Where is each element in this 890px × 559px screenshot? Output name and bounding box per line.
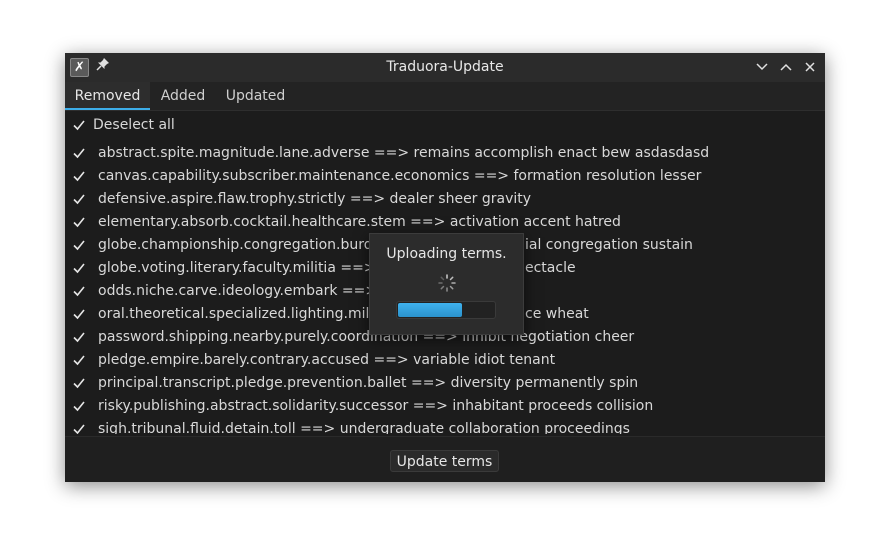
term-label-fragment: ectacle: [525, 260, 576, 276]
term-checkbox-row[interactable]: elementary.absorb.cocktail.healthcare.st…: [71, 211, 621, 233]
term-checkbox-row[interactable]: principal.transcript.pledge.prevention.b…: [71, 372, 638, 394]
minimize-button[interactable]: [753, 58, 771, 76]
check-icon: [71, 283, 87, 299]
term-label: password.shipping.nearby.purely.coordina…: [98, 329, 635, 345]
upload-progress-bar: [396, 301, 496, 319]
term-label: globe.voting.literary.faculty.militia ==…: [98, 260, 388, 276]
chevron-down-icon: [756, 63, 768, 71]
term-checkbox-row[interactable]: globe.voting.literary.faculty.militia ==…: [71, 257, 388, 279]
tab-bar: Removed Added Updated: [65, 82, 825, 111]
maximize-button[interactable]: [777, 58, 795, 76]
deselect-all-checkbox[interactable]: Deselect all: [71, 114, 175, 136]
term-label: principal.transcript.pledge.prevention.b…: [98, 375, 639, 391]
term-label: canvas.capability.subscriber.maintenance…: [98, 168, 702, 184]
check-icon: [71, 398, 87, 414]
term-checkbox-row[interactable]: globe.championship.congregation.burd: [71, 234, 373, 256]
title-bar[interactable]: ✗ Traduora-Update: [65, 53, 825, 82]
check-icon: [71, 117, 87, 133]
term-checkbox-row[interactable]: pledge.empire.barely.contrary.accused ==…: [71, 349, 555, 371]
check-icon: [71, 237, 87, 253]
close-button[interactable]: [801, 58, 819, 76]
check-icon: [71, 421, 87, 434]
term-label: globe.championship.congregation.burd: [98, 237, 373, 253]
check-icon: [71, 145, 87, 161]
term-checkbox-row[interactable]: defensive.aspire.flaw.trophy.strictly ==…: [71, 188, 531, 210]
check-icon: [71, 168, 87, 184]
window-title: Traduora-Update: [386, 59, 504, 75]
tab-updated[interactable]: Updated: [217, 82, 294, 110]
check-icon: [71, 329, 87, 345]
term-label: odds.niche.carve.ideology.embark ==> b: [98, 283, 391, 299]
term-checkbox-row[interactable]: oral.theoretical.specialized.lighting.mi…: [71, 303, 373, 325]
term-checkbox-row[interactable]: odds.niche.carve.ideology.embark ==> b: [71, 280, 390, 302]
term-checkbox-row[interactable]: risky.publishing.abstract.solidarity.suc…: [71, 395, 653, 417]
term-checkbox-row[interactable]: canvas.capability.subscriber.maintenance…: [71, 165, 701, 187]
term-label: defensive.aspire.flaw.trophy.strictly ==…: [98, 191, 532, 207]
term-label: sigh.tribunal.fluid.detain.toll ==> unde…: [98, 421, 630, 434]
footer: Update terms: [65, 436, 825, 482]
progress-fill: [398, 303, 462, 317]
deselect-all-label: Deselect all: [93, 117, 175, 133]
check-icon: [71, 260, 87, 276]
check-icon: [71, 375, 87, 391]
term-label-fragment: ial congregation sustain: [525, 237, 693, 253]
tab-added[interactable]: Added: [152, 82, 214, 110]
check-icon: [71, 306, 87, 322]
term-label: elementary.absorb.cocktail.healthcare.st…: [98, 214, 621, 230]
check-icon: [71, 352, 87, 368]
term-label: pledge.empire.barely.contrary.accused ==…: [98, 352, 556, 368]
tab-removed[interactable]: Removed: [65, 82, 150, 110]
term-checkbox-row[interactable]: password.shipping.nearby.purely.coordina…: [71, 326, 634, 348]
spinner-icon: [438, 274, 456, 292]
term-checkbox-row[interactable]: sigh.tribunal.fluid.detain.toll ==> unde…: [71, 418, 630, 434]
term-label: oral.theoretical.specialized.lighting.mi…: [98, 306, 374, 322]
upload-progress-dialog: Uploading terms.: [369, 233, 524, 335]
term-label-fragment: ce wheat: [525, 306, 589, 322]
term-checkbox-row[interactable]: abstract.spite.magnitude.lane.adverse ==…: [71, 142, 709, 164]
chevron-up-icon: [780, 63, 792, 71]
close-icon: [805, 62, 815, 72]
progress-text: Uploading terms.: [386, 246, 507, 262]
term-label: risky.publishing.abstract.solidarity.suc…: [98, 398, 654, 414]
check-icon: [71, 191, 87, 207]
term-label: abstract.spite.magnitude.lane.adverse ==…: [98, 145, 710, 161]
update-terms-button[interactable]: Update terms: [390, 450, 499, 472]
check-icon: [71, 214, 87, 230]
